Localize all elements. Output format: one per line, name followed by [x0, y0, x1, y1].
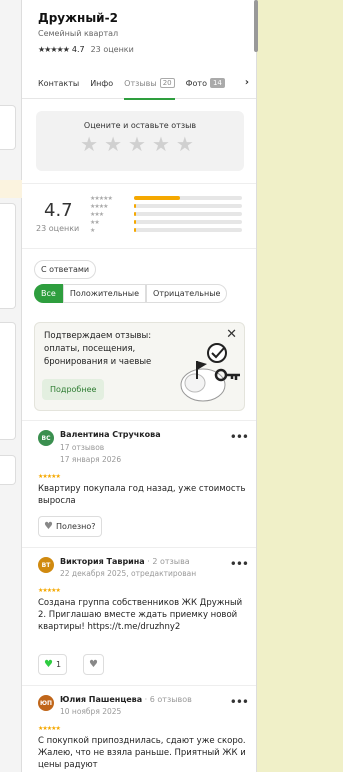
distribution-bar [134, 228, 242, 232]
place-title: Дружный-2 [38, 11, 118, 25]
review-stars-icon: ★★★★★ [38, 587, 61, 594]
tabs-bar: Контакты Инфо Отзывы 20 Фото 14 › [22, 68, 256, 100]
place-subtitle: Семейный квартал [38, 29, 119, 38]
helpful-button[interactable]: ♥ Полезно? [38, 516, 102, 537]
rating-count: 23 оценки [90, 45, 134, 54]
review-text: С покупкой припозднилась, сдают уже скор… [38, 736, 246, 770]
distribution-bar-fill [134, 212, 137, 216]
map-card-edge [0, 455, 16, 485]
filter-negative[interactable]: Отрицательные [146, 284, 228, 303]
average-rating: 4.7 [44, 200, 73, 221]
heart-icon: ♥ [44, 659, 53, 670]
filter-positive[interactable]: Положительные [62, 284, 147, 303]
more-options-icon[interactable]: ••• [230, 557, 249, 571]
distribution-stars-icon: ★★★ [90, 210, 104, 218]
place-rating[interactable]: ★★★★★ 4.7 23 оценки [38, 45, 134, 54]
rate-stars-input[interactable]: ★★★★★ [36, 132, 244, 156]
rating-summary: 4.7 23 оценки ★★★★★ ★★★★ ★★★ ★★ ★ [22, 183, 256, 249]
review-stars-icon: ★★★★★ [38, 725, 61, 732]
more-options-icon[interactable]: ••• [230, 695, 249, 709]
average-count: 23 оценки [36, 224, 80, 233]
avatar[interactable]: ВТ [38, 557, 54, 573]
review-item: ВС Валентина Стручкова 17 отзывов 17 янв… [38, 430, 249, 542]
distribution-row: ★★★★ [90, 202, 242, 210]
review-text: Квартиру покупала год назад, уже стоимос… [38, 484, 246, 506]
like-button[interactable]: ♥ 1 [38, 654, 68, 675]
more-options-icon[interactable]: ••• [230, 430, 249, 444]
banner-text: Подтверждаем отзывы: оплаты, посещения, … [44, 331, 152, 367]
review-item: ЮП Юлия Пашенцева · 6 отзывов 10 ноября … [38, 695, 249, 772]
heart-icon: ♥ [44, 521, 53, 532]
distribution-row: ★★★ [90, 210, 242, 218]
divider [22, 420, 256, 421]
rating-value: 4.7 [71, 45, 85, 54]
review-filters: Все Положительные Отрицательные [34, 284, 228, 303]
distribution-bar [134, 204, 242, 208]
broken-heart-icon: ♥ [89, 659, 98, 670]
rate-prompt-text: Оцените и оставьте отзыв [83, 121, 197, 130]
review-text: Создана группа собственников ЖК Дружный … [38, 598, 243, 632]
distribution-bar [134, 196, 242, 200]
rating-distribution: ★★★★★ ★★★★ ★★★ ★★ ★ [90, 194, 242, 234]
distribution-row: ★★★★★ [90, 194, 242, 202]
verification-illustration-icon [180, 343, 240, 402]
map-background-strip [0, 0, 22, 772]
distribution-stars-icon: ★★★★ [90, 202, 109, 210]
map-card-edge [0, 203, 16, 309]
divider [22, 685, 256, 686]
reviewer-review-count: 17 отзывов [60, 443, 105, 452]
distribution-stars-icon: ★ [90, 226, 95, 234]
distribution-bar-fill [134, 196, 181, 200]
with-answers-chip[interactable]: С ответами [34, 260, 97, 279]
divider [22, 547, 256, 548]
distribution-bar [134, 220, 242, 224]
avatar[interactable]: ВС [38, 430, 54, 446]
rating-stars-icon: ★★★★★ [38, 45, 70, 54]
distribution-bar-fill [134, 228, 137, 232]
tab-badge: 20 [159, 78, 175, 88]
dislike-button[interactable]: ♥ [83, 654, 104, 675]
tab-photos[interactable]: Фото 14 [186, 68, 225, 99]
distribution-bar-fill [134, 220, 137, 224]
avatar[interactable]: ЮП [38, 695, 54, 711]
verification-banner: Подтверждаем отзывы: оплаты, посещения, … [34, 322, 245, 411]
filter-all[interactable]: Все [34, 284, 63, 303]
reviewer-name[interactable]: Юлия Пашенцева · 6 отзывов [60, 695, 192, 704]
distribution-row: ★ [90, 226, 242, 234]
scrollbar[interactable] [254, 0, 258, 52]
distribution-bar [134, 212, 242, 216]
distribution-bar-fill [134, 204, 137, 208]
distribution-stars-icon: ★★★★★ [90, 194, 113, 202]
reviewer-name[interactable]: Виктория Таврина · 2 отзыва [60, 557, 190, 566]
tab-contacts[interactable]: Контакты [38, 68, 79, 99]
tab-reviews[interactable]: Отзывы 20 [124, 68, 176, 100]
review-date: 22 декабря 2025, отредактирован [60, 569, 197, 578]
review-stars-icon: ★★★★★ [38, 473, 61, 480]
distribution-row: ★★ [90, 218, 242, 226]
review-item: ВТ Виктория Таврина · 2 отзыва 22 декабр… [38, 557, 249, 682]
review-date: 10 ноября 2025 [60, 707, 122, 716]
place-panel[interactable]: Дружный-2 Семейный квартал ★★★★★ 4.7 23 … [22, 0, 257, 772]
chevron-right-icon[interactable]: › [245, 77, 249, 88]
rate-prompt: Оцените и оставьте отзыв ★★★★★ [36, 111, 244, 171]
map-card-edge [0, 322, 16, 440]
map-band [0, 180, 22, 198]
reviewer-name[interactable]: Валентина Стручкова [60, 430, 161, 439]
distribution-stars-icon: ★★ [90, 218, 100, 226]
review-date: 17 января 2026 [60, 455, 122, 464]
tab-badge: 14 [209, 78, 225, 88]
tab-info[interactable]: Инфо [90, 68, 113, 99]
map-card-edge [0, 105, 16, 150]
more-button[interactable]: Подробнее [42, 379, 105, 400]
